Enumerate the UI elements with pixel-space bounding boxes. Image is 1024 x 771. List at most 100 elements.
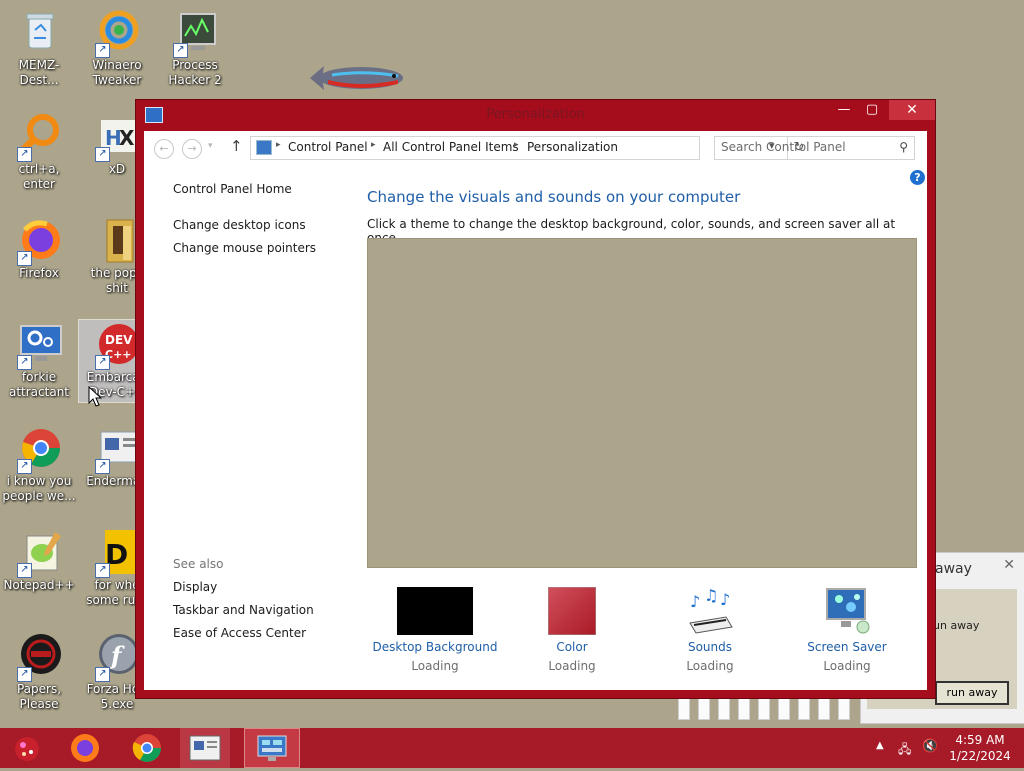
desktop-background-tile[interactable]: Desktop Background Loading: [369, 587, 501, 673]
help-button[interactable]: ?: [910, 170, 925, 185]
sounds-tile[interactable]: ♪ ♫ ♪ Sounds Loading: [644, 586, 776, 673]
start-button[interactable]: [2, 728, 52, 768]
control-panel-icon: [257, 735, 287, 761]
shortcut-arrow-icon: ↗: [95, 355, 110, 370]
recent-locations-chevron-icon[interactable]: ▾: [208, 141, 213, 151]
search-box[interactable]: ⚲: [714, 136, 915, 160]
dex-icon: D ↗: [93, 528, 141, 578]
shortcut-arrow-icon: ↗: [17, 563, 32, 578]
desktop-icon-papers-please[interactable]: ↗ Papers, Please: [1, 632, 77, 712]
ease-of-access-link[interactable]: Ease of Access Center: [173, 626, 306, 640]
window-app-icon: [189, 735, 221, 761]
tile-status: Loading: [411, 659, 459, 673]
desktop-icon-label: Notepad++: [3, 578, 75, 592]
page-title: Change the visuals and sounds on your co…: [367, 188, 741, 206]
title-bar[interactable]: Personalization — ▢ ✕: [136, 100, 935, 130]
desktop-icon-chrome[interactable]: ↗ i know you people we...: [1, 424, 77, 504]
taskbar: ▲ 🖧 🔇 4:59 AM 1/22/2024: [0, 728, 1024, 768]
fish-icon: [310, 66, 403, 90]
chrome-icon: ↗: [15, 424, 63, 474]
theme-list[interactable]: [367, 238, 917, 568]
desktop-icon-process-hacker[interactable]: ↗ Process Hacker 2: [157, 8, 233, 88]
tile-label: Screen Saver: [807, 640, 887, 654]
minimize-button[interactable]: —: [830, 100, 858, 120]
window-client-area: ← → ▾ ↑ ▸ Control Panel ▸ All Control Pa…: [144, 131, 927, 690]
enderman-icon: ↗: [93, 424, 142, 474]
background-window-title: away: [935, 561, 972, 577]
monitor-gear-icon: ↗: [15, 320, 63, 370]
background-window-text: un away: [933, 619, 980, 632]
clock-date: 1/22/2024: [949, 749, 1011, 763]
process-hacker-icon: ↗: [171, 8, 219, 58]
desktop-icon-winaero[interactable]: ↗ Winaero Tweaker: [79, 8, 155, 88]
desktop-icon-notepadpp[interactable]: ↗ Notepad++: [1, 528, 77, 593]
breadcrumb-separator-icon[interactable]: ▸: [276, 140, 281, 150]
control-panel-home-link[interactable]: Control Panel Home: [173, 182, 292, 196]
breadcrumb-control-panel[interactable]: Control Panel: [288, 140, 368, 154]
folder-icon: [93, 216, 141, 264]
mouse-cursor-icon: [88, 386, 102, 407]
desktop-background-icon: [397, 587, 473, 635]
shortcut-arrow-icon: ↗: [17, 459, 32, 474]
shortcut-arrow-icon: ↗: [95, 43, 110, 58]
tile-label: Sounds: [687, 640, 733, 654]
svg-text:♪: ♪: [690, 592, 700, 611]
taskbar-app-window[interactable]: [180, 728, 230, 768]
notepadpp-icon: ↗: [15, 528, 63, 578]
shortcut-arrow-icon: ↗: [17, 355, 32, 370]
taskbar-chrome[interactable]: [122, 728, 172, 768]
run-away-button[interactable]: run away: [935, 681, 1009, 705]
desktop-icon-ctrl-a[interactable]: ↗ ctrl+a, enter: [1, 112, 77, 192]
sounds-icon: ♪ ♫ ♪: [686, 586, 734, 635]
breadcrumb-separator-icon[interactable]: ▸: [514, 140, 519, 150]
firefox-icon: [71, 734, 99, 762]
personalization-window[interactable]: Personalization — ▢ ✕ ← → ▾ ↑ ▸ Control …: [135, 99, 936, 699]
tile-status: Loading: [548, 659, 596, 673]
close-icon[interactable]: ✕: [1003, 557, 1015, 573]
start-orb-icon: [15, 737, 39, 761]
screen-saver-icon: [823, 587, 871, 635]
clock-time: 4:59 AM: [955, 733, 1005, 747]
shortcut-arrow-icon: ↗: [95, 667, 110, 682]
taskbar-firefox[interactable]: [60, 728, 110, 768]
taskbar-clock[interactable]: 4:59 AM 1/22/2024: [948, 732, 1012, 764]
desktop-icon-forkie[interactable]: ↗ forkie attractant: [1, 320, 77, 400]
breadcrumb-separator-icon[interactable]: ▸: [371, 140, 376, 150]
forward-button[interactable]: →: [182, 139, 202, 159]
desktop-icon-label: forkie attractant: [8, 370, 70, 399]
taskbar-personalization[interactable]: [244, 728, 300, 768]
hxd-icon: HX ↗: [93, 112, 141, 162]
color-tile[interactable]: Color Loading: [506, 586, 638, 673]
shortcut-arrow-icon: ↗: [95, 563, 110, 578]
taskbar-navigation-link[interactable]: Taskbar and Navigation: [173, 603, 314, 617]
address-bar[interactable]: ▸ Control Panel ▸ All Control Panel Item…: [250, 136, 804, 160]
display-link[interactable]: Display: [173, 580, 217, 594]
screen-saver-tile[interactable]: Screen Saver Loading: [781, 587, 913, 673]
change-desktop-icons-link[interactable]: Change desktop icons: [173, 218, 306, 232]
search-input[interactable]: [721, 139, 891, 155]
desktop-icon-firefox[interactable]: ↗ Firefox: [1, 216, 77, 281]
breadcrumb-all-items[interactable]: All Control Panel Items: [383, 140, 519, 154]
close-button[interactable]: ✕: [889, 100, 935, 120]
tile-label: Desktop Background: [372, 640, 498, 654]
winaero-tweaker-icon: ↗: [93, 8, 141, 58]
desktop-icon-label: Firefox: [19, 266, 59, 280]
network-icon[interactable]: 🖧: [898, 740, 911, 761]
breadcrumb-personalization[interactable]: Personalization: [527, 140, 618, 154]
search-icon[interactable]: ⚲: [899, 140, 908, 154]
desktop-icon-label: i know you people we...: [2, 474, 76, 503]
desktop-icon-memz[interactable]: MEMZ-Dest...: [1, 8, 77, 88]
desktop-icon-label: Winaero Tweaker: [92, 58, 142, 87]
up-arrow-icon[interactable]: ↑: [230, 137, 243, 155]
desktop-icon-label: ctrl+a, enter: [18, 162, 60, 191]
change-mouse-pointers-link[interactable]: Change mouse pointers: [173, 241, 316, 255]
volume-muted-icon[interactable]: 🔇: [922, 739, 938, 754]
magnifier-icon: ↗: [15, 112, 63, 162]
back-button[interactable]: ←: [154, 139, 174, 159]
show-hidden-icons-chevron-icon[interactable]: ▲: [876, 740, 884, 751]
maximize-button[interactable]: ▢: [858, 100, 886, 120]
navigation-bar: ← → ▾ ↑ ▸ Control Panel ▸ All Control Pa…: [144, 131, 927, 165]
papers-please-icon: ↗: [15, 632, 63, 682]
desktop-icon-label: Papers, Please: [16, 682, 62, 711]
tile-status: Loading: [686, 659, 734, 673]
